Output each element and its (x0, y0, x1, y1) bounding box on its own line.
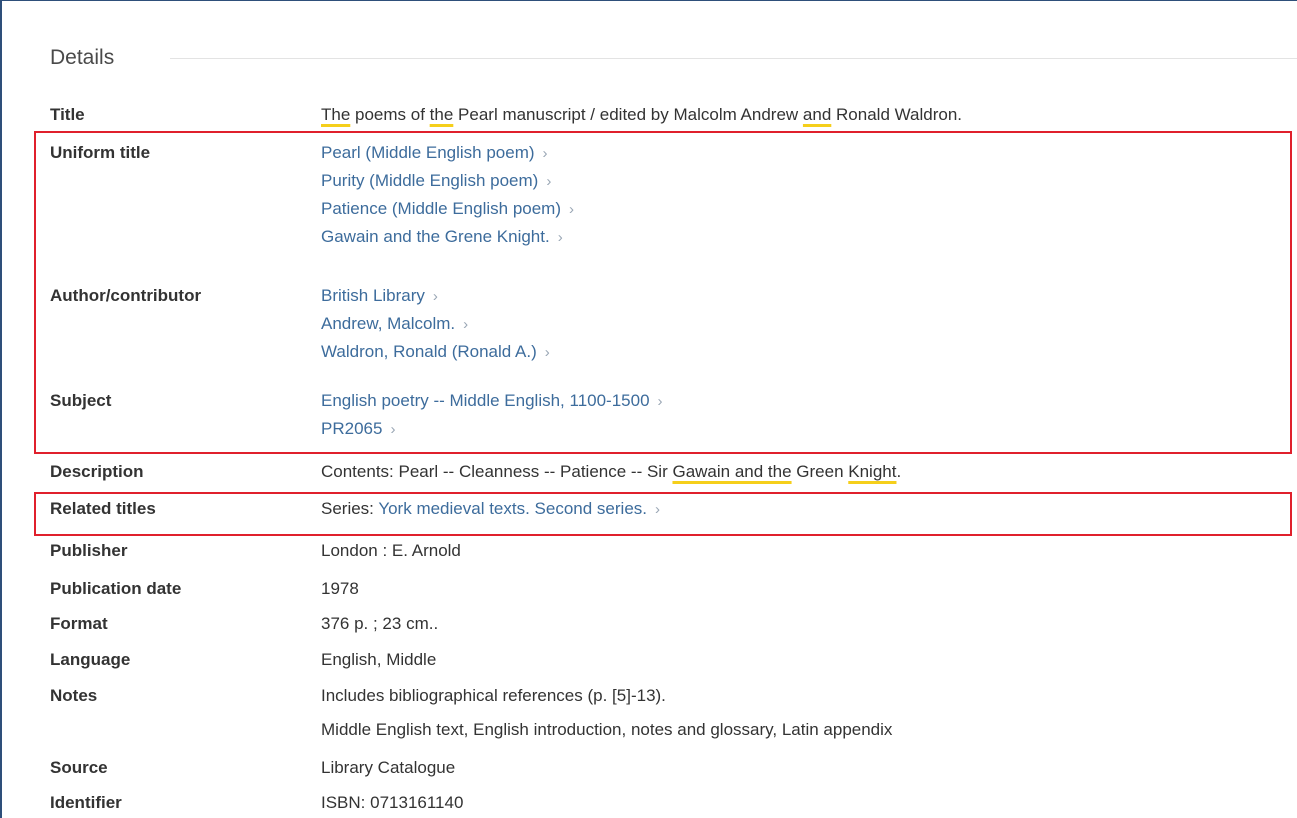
author-link-item: British Library › (321, 282, 550, 310)
author-values: British Library › Andrew, Malcolm. › Waldr… (321, 282, 550, 366)
language-value: English, Middle (321, 650, 437, 669)
related-titles-value: Series: York medieval texts. Second seri… (321, 495, 660, 523)
highlight-box (34, 492, 1292, 536)
chevron-right-icon[interactable]: › (655, 496, 660, 524)
chevron-right-icon[interactable]: › (558, 224, 563, 252)
author-link[interactable]: Andrew, Malcolm. (321, 314, 455, 333)
source-label: Source (50, 758, 108, 777)
title-value: The poems of the Pearl manuscript / edit… (321, 101, 962, 129)
uniform-title-link[interactable]: Pearl (Middle English poem) (321, 143, 535, 162)
details-panel: Details Title The poems of the Pearl man… (0, 0, 1297, 818)
chevron-right-icon[interactable]: › (543, 140, 548, 168)
author-label: Author/contributor (50, 286, 202, 305)
description-text: Contents: Pearl -- Cleanness -- Patience… (321, 462, 902, 481)
subject-link[interactable]: PR2065 (321, 419, 382, 438)
subject-link-item: English poetry -- Middle English, 1100-1… (321, 387, 663, 415)
author-link[interactable]: Waldron, Ronald (Ronald A.) (321, 342, 537, 361)
chevron-right-icon[interactable]: › (463, 311, 468, 339)
chevron-right-icon[interactable]: › (433, 283, 438, 311)
description-value: Contents: Pearl -- Cleanness -- Patience… (321, 458, 901, 486)
notes-label: Notes (50, 686, 98, 705)
identifier-label: Identifier (50, 793, 122, 812)
uniform-title-link[interactable]: Patience (Middle English poem) (321, 199, 561, 218)
chevron-right-icon[interactable]: › (545, 339, 550, 367)
chevron-right-icon[interactable]: › (390, 416, 395, 444)
format-label: Format (50, 614, 108, 633)
section-title: Details (50, 46, 115, 69)
uniform-title-link-item: Pearl (Middle English poem) › (321, 139, 574, 167)
publication-date-label: Publication date (50, 579, 182, 598)
uniform-title-link-item: Gawain and the Grene Knight. › (321, 223, 574, 251)
author-link-item: Waldron, Ronald (Ronald A.) › (321, 338, 550, 366)
language-label: Language (50, 650, 131, 669)
uniform-title-link[interactable]: Gawain and the Grene Knight. (321, 227, 550, 246)
identifier-value: ISBN: 0713161140 (321, 793, 464, 812)
title-label: Title (50, 105, 85, 124)
publication-date-value: 1978 (321, 579, 359, 598)
description-label: Description (50, 462, 144, 481)
chevron-right-icon[interactable]: › (569, 196, 574, 224)
subject-link-item: PR2065 › (321, 415, 663, 443)
highlight-box (34, 131, 1292, 454)
author-link[interactable]: British Library (321, 286, 425, 305)
source-value: Library Catalogue (321, 758, 456, 777)
notes-value: Middle English text, English introductio… (321, 720, 893, 739)
series-link[interactable]: York medieval texts. Second series. (378, 499, 647, 518)
subject-values: English poetry -- Middle English, 1100-1… (321, 387, 663, 443)
subject-link[interactable]: English poetry -- Middle English, 1100-1… (321, 391, 650, 410)
format-value: 376 p. ; 23 cm.. (321, 614, 439, 633)
series-prefix: Series: (321, 499, 379, 518)
uniform-title-link-item: Purity (Middle English poem) › (321, 167, 574, 195)
publisher-label: Publisher (50, 541, 128, 560)
title-text: The poems of the Pearl manuscript / edit… (321, 105, 963, 124)
section-divider (170, 58, 1297, 59)
chevron-right-icon[interactable]: › (658, 388, 663, 416)
related-titles-label: Related titles (50, 499, 156, 518)
related-titles-item: Series: York medieval texts. Second seri… (321, 495, 660, 523)
chevron-right-icon[interactable]: › (546, 168, 551, 196)
uniform-title-values: Pearl (Middle English poem) › Purity (Mid… (321, 139, 574, 251)
subject-label: Subject (50, 391, 112, 410)
uniform-title-label: Uniform title (50, 143, 151, 162)
uniform-title-link[interactable]: Purity (Middle English poem) (321, 171, 538, 190)
uniform-title-link-item: Patience (Middle English poem) › (321, 195, 574, 223)
author-link-item: Andrew, Malcolm. › (321, 310, 550, 338)
notes-value: Includes bibliographical references (p. … (321, 686, 666, 705)
publisher-value: London : E. Arnold (321, 541, 461, 560)
section-header: Details (50, 41, 114, 75)
